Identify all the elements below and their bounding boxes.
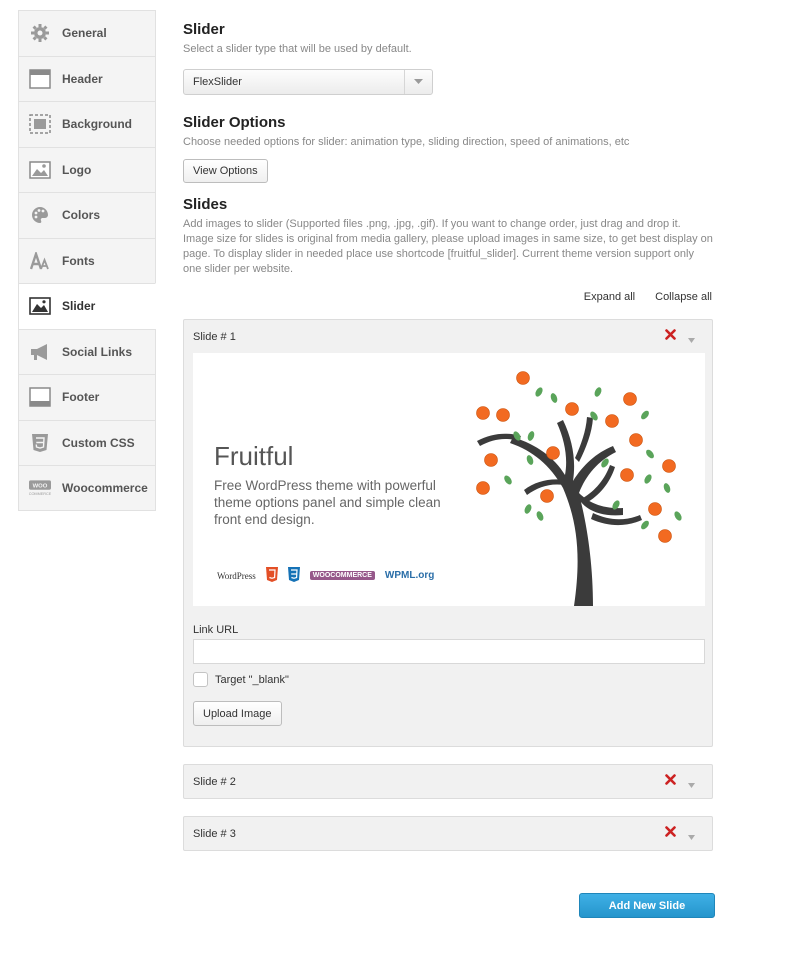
collapse-toggle-icon[interactable]: [688, 334, 695, 346]
sidebar-item-label: Colors: [62, 208, 101, 223]
slide-panel: Slide # 2: [183, 764, 713, 799]
slider-options-description: Choose needed options for slider: animat…: [183, 136, 630, 148]
banner-title: Fruitful: [214, 441, 294, 471]
slider-options-title: Slider Options: [183, 114, 286, 131]
css3-logo: [287, 567, 300, 584]
sidebar-item-woocommerce[interactable]: WOO COMMERCE Woocommerce: [18, 465, 155, 511]
css3-icon: [29, 432, 51, 454]
fonts-icon: [29, 250, 51, 272]
background-icon: [29, 113, 51, 135]
header-icon: [29, 68, 51, 90]
wpml-logo: WPML.org: [384, 570, 435, 581]
banner-subtitle: Free WordPress theme with powerful theme…: [214, 478, 441, 527]
sidebar-item-header[interactable]: Header: [18, 55, 155, 101]
view-options-button[interactable]: View Options: [183, 159, 268, 183]
slide-title: Slide # 1: [193, 330, 236, 343]
expand-all-link[interactable]: Expand all: [584, 291, 635, 303]
target-blank-row: Target "_blank": [193, 672, 703, 687]
sidebar-item-label: Header: [62, 71, 103, 86]
sidebar-item-label: Logo: [62, 162, 92, 177]
svg-text:WOO: WOO: [33, 483, 48, 489]
chevron-down-icon: [404, 70, 432, 94]
svg-text:COMMERCE: COMMERCE: [29, 492, 51, 496]
sidebar-item-label: Slider: [62, 299, 96, 314]
sidebar-item-label: Background: [62, 117, 133, 132]
slides-section-title: Slides: [183, 196, 228, 213]
sidebar-item-footer[interactable]: Footer: [18, 374, 155, 420]
sidebar-item-slider[interactable]: Slider: [18, 283, 156, 329]
sidebar-item-label: Fonts: [62, 253, 95, 268]
megaphone-icon: [29, 341, 51, 363]
delete-icon[interactable]: [665, 329, 676, 343]
slide-panel: Slide # 3: [183, 816, 713, 851]
slider-section-description: Select a slider type that will be used b…: [183, 43, 412, 55]
sidebar-item-general[interactable]: General: [18, 10, 155, 56]
footer-icon: [29, 386, 51, 408]
link-url-input[interactable]: [193, 639, 705, 664]
sidebar-item-label: General: [62, 26, 107, 41]
target-blank-checkbox[interactable]: [193, 672, 208, 687]
delete-icon[interactable]: [665, 826, 676, 840]
woocommerce-icon: WOO COMMERCE: [29, 477, 51, 499]
slide-title: Slide # 2: [193, 775, 236, 788]
sidebar-item-label: Social Links: [62, 344, 133, 359]
wordpress-logo: WordPress: [217, 570, 256, 581]
woocommerce-logo: WooCommerce: [309, 571, 375, 580]
sidebar-item-social-links[interactable]: Social Links: [18, 328, 155, 374]
sidebar-item-colors[interactable]: Colors: [18, 192, 155, 238]
slider-type-select[interactable]: FlexSlider: [183, 69, 433, 95]
add-new-slide-button[interactable]: Add New Slide: [579, 893, 715, 918]
slide-title: Slide # 3: [193, 827, 236, 840]
main-content: Slider Select a slider type that will be…: [183, 20, 713, 851]
slider-type-value: FlexSlider: [193, 76, 242, 88]
expand-toggle-icon[interactable]: [688, 831, 695, 843]
banner-logos: WordPress WooCommerce WPML.org: [217, 567, 434, 584]
upload-image-button[interactable]: Upload Image: [193, 701, 282, 726]
expand-collapse-links: Expand all Collapse all: [183, 291, 713, 303]
slider-icon: [29, 295, 51, 317]
slide-header[interactable]: Slide # 2: [184, 765, 712, 798]
slide-body: Fruitful Free WordPress theme with power…: [184, 353, 712, 746]
sidebar-item-label: Custom CSS: [62, 435, 135, 450]
slide-header[interactable]: Slide # 1: [184, 320, 712, 353]
sidebar-item-logo[interactable]: Logo: [18, 146, 155, 192]
collapse-all-link[interactable]: Collapse all: [655, 291, 712, 303]
sidebar-item-label: Footer: [62, 390, 100, 405]
slide-header[interactable]: Slide # 3: [184, 817, 712, 850]
sidebar-item-label: Woocommerce: [62, 480, 148, 495]
target-blank-label: Target "_blank": [215, 673, 289, 686]
gear-icon: [29, 22, 51, 44]
sidebar: General Header Background Logo Colors Fo…: [18, 10, 156, 511]
palette-icon: [29, 204, 51, 226]
sidebar-item-custom-css[interactable]: Custom CSS: [18, 419, 155, 465]
delete-icon[interactable]: [665, 774, 676, 788]
link-url-label: Link URL: [193, 624, 239, 636]
slides-section-description: Add images to slider (Supported files .p…: [183, 218, 713, 275]
tree-illustration: [476, 371, 682, 606]
slide-panel: Slide # 1 Fruitful Free WordPress theme …: [183, 319, 713, 747]
sidebar-item-background[interactable]: Background: [18, 101, 155, 147]
expand-toggle-icon[interactable]: [688, 779, 695, 791]
sidebar-item-fonts[interactable]: Fonts: [18, 237, 155, 283]
logo-image-icon: [29, 159, 51, 181]
slider-section-title: Slider: [183, 21, 225, 38]
html5-logo: [265, 567, 278, 584]
slide-image-preview: Fruitful Free WordPress theme with power…: [193, 353, 705, 606]
